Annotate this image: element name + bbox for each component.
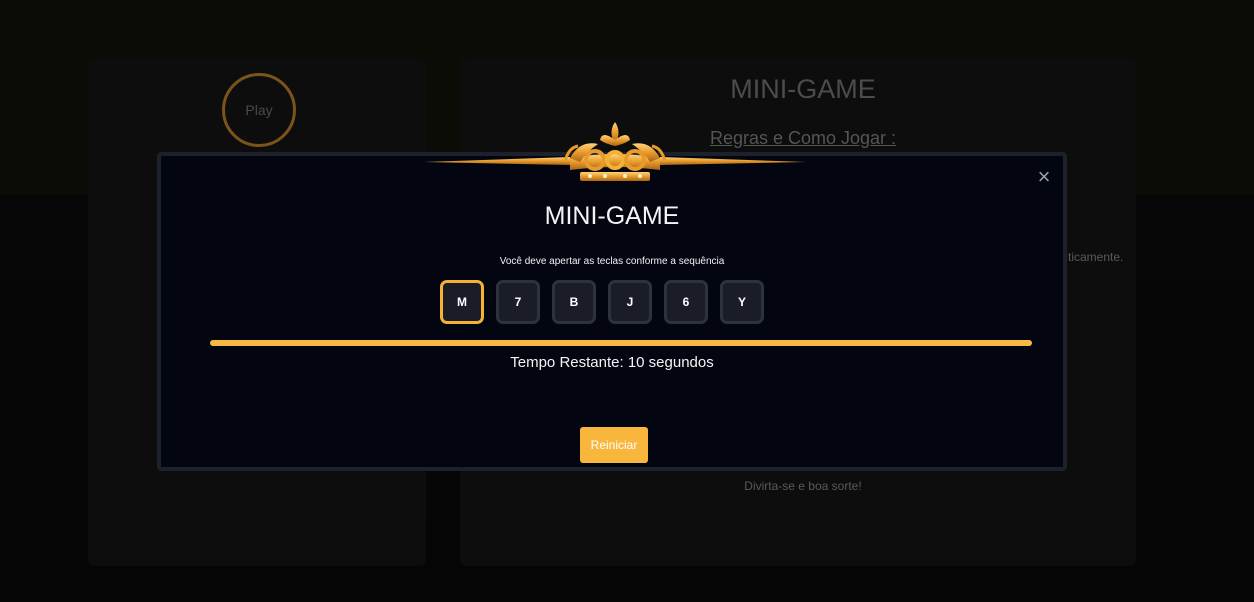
key-label: Y — [737, 295, 746, 309]
timer-value: 10 — [627, 354, 645, 371]
close-icon[interactable]: × — [1033, 164, 1055, 189]
timer-progress-bar — [210, 340, 1032, 346]
key-tile: 7 — [496, 280, 540, 324]
crown-ornament-icon — [424, 122, 806, 181]
timer-prefix: Tempo Restante: — [510, 354, 628, 371]
modal-title: MINI-GAME — [544, 202, 680, 230]
page: Play MINI-GAME Regras e Como Jogar : tic… — [0, 0, 1254, 602]
key-label: 7 — [514, 295, 522, 309]
instruction-text: Você deve apertar as teclas conforme a s… — [499, 256, 725, 267]
background-title: MINI-GAME — [730, 74, 876, 104]
restart-button[interactable]: Reiniciar — [580, 427, 648, 463]
mini-game-modal: × MINI-GAME Você deve apertar as teclas … — [157, 152, 1067, 471]
key-label: M — [457, 295, 467, 309]
timer-suffix: segundos — [644, 354, 714, 371]
key-label: J — [626, 295, 634, 309]
key-label: B — [569, 295, 579, 309]
background-partial-text: ticamente. — [1068, 250, 1124, 264]
key-tile: M — [440, 280, 484, 324]
key-tile: J — [608, 280, 652, 324]
key-tile: B — [552, 280, 596, 324]
key-tile: 6 — [664, 280, 708, 324]
close-glyph: × — [1037, 164, 1051, 189]
key-tile: Y — [720, 280, 764, 324]
play-button[interactable]: Play — [222, 73, 296, 147]
background-footer: Divirta-se e boa sorte! — [744, 479, 862, 493]
play-label: Play — [245, 102, 273, 118]
timer-progress-fill — [210, 340, 1032, 346]
key-sequence: M 7 B J 6 Y — [440, 280, 764, 324]
time-remaining: Tempo Restante: 10 segundos — [161, 354, 1063, 371]
key-label: 6 — [682, 295, 690, 309]
